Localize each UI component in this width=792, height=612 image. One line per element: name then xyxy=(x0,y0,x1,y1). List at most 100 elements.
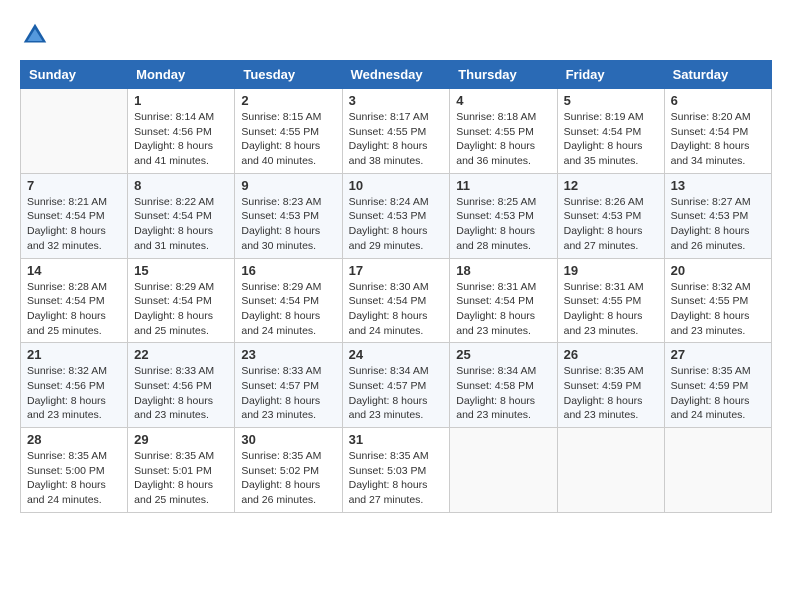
day-info: Sunrise: 8:35 AM Sunset: 4:59 PM Dayligh… xyxy=(564,364,658,423)
day-info: Sunrise: 8:29 AM Sunset: 4:54 PM Dayligh… xyxy=(241,280,335,339)
day-info: Sunrise: 8:26 AM Sunset: 4:53 PM Dayligh… xyxy=(564,195,658,254)
day-info: Sunrise: 8:27 AM Sunset: 4:53 PM Dayligh… xyxy=(671,195,765,254)
calendar-header-friday: Friday xyxy=(557,61,664,89)
day-info: Sunrise: 8:30 AM Sunset: 4:54 PM Dayligh… xyxy=(349,280,444,339)
calendar-cell: 6Sunrise: 8:20 AM Sunset: 4:54 PM Daylig… xyxy=(664,89,771,174)
day-number: 7 xyxy=(27,178,121,193)
calendar-cell: 26 Sunrise: 8:35 AM Sunset: 4:59 PM Dayli… xyxy=(557,343,664,428)
day-info: Sunrise: 8:25 AM Sunset: 4:53 PM Dayligh… xyxy=(456,195,550,254)
calendar-cell: 11 Sunrise: 8:25 AM Sunset: 4:53 PM Dayli… xyxy=(450,173,557,258)
calendar-cell: 19 Sunrise: 8:31 AM Sunset: 4:55 PM Dayli… xyxy=(557,258,664,343)
day-info: Sunrise: 8:23 AM Sunset: 4:53 PM Dayligh… xyxy=(241,195,335,254)
day-info: Sunrise: 8:35 AM Sunset: 4:59 PM Dayligh… xyxy=(671,364,765,423)
calendar-cell: 7 Sunrise: 8:21 AM Sunset: 4:54 PM Daylig… xyxy=(21,173,128,258)
day-info: Sunrise: 8:32 AM Sunset: 4:55 PM Dayligh… xyxy=(671,280,765,339)
calendar-cell: 27 Sunrise: 8:35 AM Sunset: 4:59 PM Dayli… xyxy=(664,343,771,428)
day-info: Sunrise: 8:34 AM Sunset: 4:58 PM Dayligh… xyxy=(456,364,550,423)
day-info: Sunrise: 8:35 AM Sunset: 5:02 PM Dayligh… xyxy=(241,449,335,508)
calendar-cell: 8 Sunrise: 8:22 AM Sunset: 4:54 PM Daylig… xyxy=(128,173,235,258)
day-number: 30 xyxy=(241,432,335,447)
day-number: 10 xyxy=(349,178,444,193)
calendar-cell: 25 Sunrise: 8:34 AM Sunset: 4:58 PM Dayli… xyxy=(450,343,557,428)
calendar-cell: 17 Sunrise: 8:30 AM Sunset: 4:54 PM Dayli… xyxy=(342,258,450,343)
calendar-cell: 1 Sunrise: 8:14 AM Sunset: 4:56 PM Daylig… xyxy=(128,89,235,174)
day-info: Sunrise: 8:33 AM Sunset: 4:56 PM Dayligh… xyxy=(134,364,228,423)
calendar-week-row: 21 Sunrise: 8:32 AM Sunset: 4:56 PM Dayli… xyxy=(21,343,772,428)
calendar-cell: 28 Sunrise: 8:35 AM Sunset: 5:00 PM Dayli… xyxy=(21,428,128,513)
day-number: 28 xyxy=(27,432,121,447)
day-number: 8 xyxy=(134,178,228,193)
day-info: Sunrise: 8:31 AM Sunset: 4:54 PM Dayligh… xyxy=(456,280,550,339)
calendar-cell xyxy=(450,428,557,513)
calendar-cell: 14 Sunrise: 8:28 AM Sunset: 4:54 PM Dayli… xyxy=(21,258,128,343)
calendar-week-row: 28 Sunrise: 8:35 AM Sunset: 5:00 PM Dayli… xyxy=(21,428,772,513)
day-number: 15 xyxy=(134,263,228,278)
day-info: Sunrise: 8:35 AM Sunset: 5:00 PM Dayligh… xyxy=(27,449,121,508)
calendar-cell: 10 Sunrise: 8:24 AM Sunset: 4:53 PM Dayli… xyxy=(342,173,450,258)
day-number: 23 xyxy=(241,347,335,362)
day-number: 12 xyxy=(564,178,658,193)
calendar-cell: 9 Sunrise: 8:23 AM Sunset: 4:53 PM Daylig… xyxy=(235,173,342,258)
calendar-cell: 30 Sunrise: 8:35 AM Sunset: 5:02 PM Dayli… xyxy=(235,428,342,513)
day-number: 13 xyxy=(671,178,765,193)
calendar-cell: 12 Sunrise: 8:26 AM Sunset: 4:53 PM Dayli… xyxy=(557,173,664,258)
day-info: Sunrise: 8:33 AM Sunset: 4:57 PM Dayligh… xyxy=(241,364,335,423)
day-info: Sunrise: 8:34 AM Sunset: 4:57 PM Dayligh… xyxy=(349,364,444,423)
day-info: Sunrise: 8:32 AM Sunset: 4:56 PM Dayligh… xyxy=(27,364,121,423)
day-number: 24 xyxy=(349,347,444,362)
calendar-header-sunday: Sunday xyxy=(21,61,128,89)
day-number: 26 xyxy=(564,347,658,362)
day-info: Sunrise: 8:24 AM Sunset: 4:53 PM Dayligh… xyxy=(349,195,444,254)
calendar-header-wednesday: Wednesday xyxy=(342,61,450,89)
day-number: 3 xyxy=(349,93,444,108)
calendar-cell: 3 Sunrise: 8:17 AM Sunset: 4:55 PM Daylig… xyxy=(342,89,450,174)
day-info: Sunrise: 8:17 AM Sunset: 4:55 PM Dayligh… xyxy=(349,110,444,169)
calendar-table: SundayMondayTuesdayWednesdayThursdayFrid… xyxy=(20,60,772,513)
day-info: Sunrise: 8:31 AM Sunset: 4:55 PM Dayligh… xyxy=(564,280,658,339)
calendar-header-tuesday: Tuesday xyxy=(235,61,342,89)
day-info: Sunrise: 8:28 AM Sunset: 4:54 PM Dayligh… xyxy=(27,280,121,339)
day-number: 18 xyxy=(456,263,550,278)
calendar-week-row: 1 Sunrise: 8:14 AM Sunset: 4:56 PM Daylig… xyxy=(21,89,772,174)
day-number: 21 xyxy=(27,347,121,362)
day-number: 14 xyxy=(27,263,121,278)
calendar-cell: 13 Sunrise: 8:27 AM Sunset: 4:53 PM Dayli… xyxy=(664,173,771,258)
day-number: 9 xyxy=(241,178,335,193)
day-number: 4 xyxy=(456,93,550,108)
day-number: 29 xyxy=(134,432,228,447)
day-info: Sunrise: 8:21 AM Sunset: 4:54 PM Dayligh… xyxy=(27,195,121,254)
calendar-cell: 15 Sunrise: 8:29 AM Sunset: 4:54 PM Dayli… xyxy=(128,258,235,343)
day-number: 31 xyxy=(349,432,444,447)
day-info: Sunrise: 8:18 AM Sunset: 4:55 PM Dayligh… xyxy=(456,110,550,169)
day-number: 27 xyxy=(671,347,765,362)
calendar-cell: 4 Sunrise: 8:18 AM Sunset: 4:55 PM Daylig… xyxy=(450,89,557,174)
calendar-cell: 5Sunrise: 8:19 AM Sunset: 4:54 PM Daylig… xyxy=(557,89,664,174)
day-number: 11 xyxy=(456,178,550,193)
day-info: Sunrise: 8:14 AM Sunset: 4:56 PM Dayligh… xyxy=(134,110,228,169)
calendar-cell: 23 Sunrise: 8:33 AM Sunset: 4:57 PM Dayli… xyxy=(235,343,342,428)
day-number: 19 xyxy=(564,263,658,278)
calendar-header-monday: Monday xyxy=(128,61,235,89)
day-info: Sunrise: 8:19 AM Sunset: 4:54 PM Dayligh… xyxy=(564,110,658,169)
day-number: 17 xyxy=(349,263,444,278)
calendar-header-row: SundayMondayTuesdayWednesdayThursdayFrid… xyxy=(21,61,772,89)
day-number: 1 xyxy=(134,93,228,108)
calendar-cell: 21 Sunrise: 8:32 AM Sunset: 4:56 PM Dayli… xyxy=(21,343,128,428)
day-info: Sunrise: 8:20 AM Sunset: 4:54 PM Dayligh… xyxy=(671,110,765,169)
calendar-header-saturday: Saturday xyxy=(664,61,771,89)
calendar-cell: 2Sunrise: 8:15 AM Sunset: 4:55 PM Daylig… xyxy=(235,89,342,174)
day-number: 25 xyxy=(456,347,550,362)
day-info: Sunrise: 8:22 AM Sunset: 4:54 PM Dayligh… xyxy=(134,195,228,254)
calendar-cell xyxy=(557,428,664,513)
calendar-cell xyxy=(664,428,771,513)
day-number: 22 xyxy=(134,347,228,362)
calendar-week-row: 7 Sunrise: 8:21 AM Sunset: 4:54 PM Daylig… xyxy=(21,173,772,258)
day-info: Sunrise: 8:35 AM Sunset: 5:03 PM Dayligh… xyxy=(349,449,444,508)
calendar-week-row: 14 Sunrise: 8:28 AM Sunset: 4:54 PM Dayli… xyxy=(21,258,772,343)
day-number: 2 xyxy=(241,93,335,108)
calendar-cell: 20 Sunrise: 8:32 AM Sunset: 4:55 PM Dayli… xyxy=(664,258,771,343)
calendar-cell: 16Sunrise: 8:29 AM Sunset: 4:54 PM Dayli… xyxy=(235,258,342,343)
calendar-header-thursday: Thursday xyxy=(450,61,557,89)
day-info: Sunrise: 8:29 AM Sunset: 4:54 PM Dayligh… xyxy=(134,280,228,339)
day-number: 20 xyxy=(671,263,765,278)
